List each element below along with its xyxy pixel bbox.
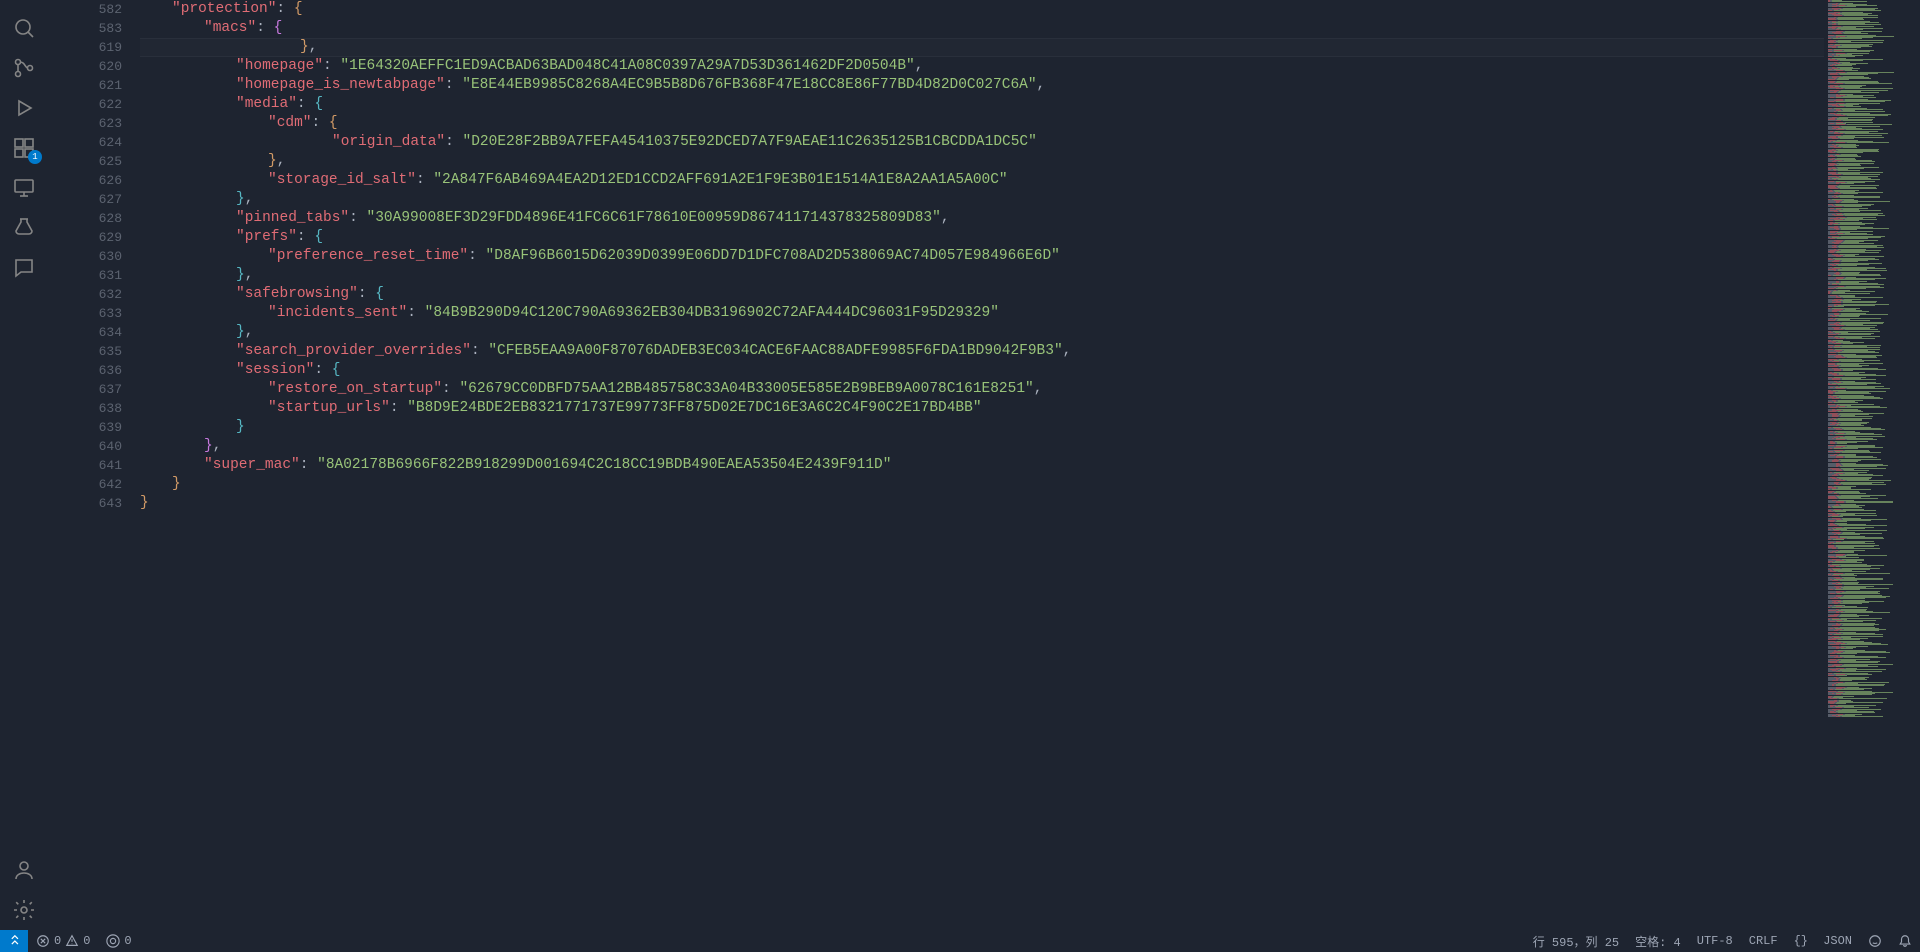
comments-icon[interactable] — [0, 248, 48, 288]
code-line[interactable]: "session": { — [140, 361, 1824, 380]
line-number: 621 — [48, 76, 122, 95]
line-number: 622 — [48, 95, 122, 114]
remote-indicator[interactable] — [0, 930, 28, 952]
code-content[interactable]: "protection": {"macs": {}, "homepage": "1… — [140, 0, 1824, 930]
line-number: 635 — [48, 342, 122, 361]
line-number: 639 — [48, 418, 122, 437]
eol-status[interactable]: CRLF — [1741, 930, 1786, 952]
code-line[interactable]: } — [140, 494, 1824, 513]
code-line[interactable]: "prefs": { — [140, 228, 1824, 247]
status-bar: 0 0 0 行 595，列 25 空格: 4 UTF-8 CRLF {} JSO… — [0, 930, 1920, 952]
line-number: 624 — [48, 133, 122, 152]
line-number: 629 — [48, 228, 122, 247]
source-control-icon[interactable] — [0, 48, 48, 88]
code-line[interactable]: }, — [140, 437, 1824, 456]
line-number: 620 — [48, 57, 122, 76]
line-number: 619 — [48, 38, 122, 57]
code-line[interactable]: "storage_id_salt": "2A847F6AB469A4EA2D12… — [140, 171, 1824, 190]
code-line[interactable]: "origin_data": "D20E28F2BB9A7FEFA4541037… — [140, 133, 1824, 152]
code-line[interactable]: "macs": { — [140, 19, 1824, 38]
line-number: 634 — [48, 323, 122, 342]
code-line[interactable]: }, — [140, 152, 1824, 171]
line-number: 630 — [48, 247, 122, 266]
line-number-gutter: 5825836196206216226236246256266276286296… — [48, 0, 140, 930]
code-line[interactable]: }, — [140, 323, 1824, 342]
remote-explorer-icon[interactable] — [0, 168, 48, 208]
cursor-position[interactable]: 行 595，列 25 — [1525, 930, 1627, 952]
line-number: 631 — [48, 266, 122, 285]
language-mode[interactable]: {} JSON — [1786, 930, 1860, 952]
extensions-badge: 1 — [28, 150, 42, 164]
code-line[interactable]: "homepage": "1E64320AEFFC1ED9ACBAD63BAD0… — [140, 57, 1824, 76]
line-number: 636 — [48, 361, 122, 380]
line-number: 625 — [48, 152, 122, 171]
code-line[interactable]: }, — [140, 190, 1824, 209]
indentation-status[interactable]: 空格: 4 — [1627, 930, 1689, 952]
editor-area[interactable]: 5825836196206216226236246256266276286296… — [48, 0, 1920, 930]
code-line[interactable]: "preference_reset_time": "D8AF96B6015D62… — [140, 247, 1824, 266]
code-line[interactable]: "startup_urls": "B8D9E24BDE2EB8321771737… — [140, 399, 1824, 418]
line-number: 638 — [48, 399, 122, 418]
line-number: 627 — [48, 190, 122, 209]
code-line[interactable]: "super_mac": "8A02178B6966F822B918299D00… — [140, 456, 1824, 475]
line-number: 632 — [48, 285, 122, 304]
extensions-icon[interactable]: 1 — [0, 128, 48, 168]
ports-status[interactable]: 0 — [98, 930, 139, 952]
problems-status[interactable]: 0 0 — [28, 930, 98, 952]
line-number: 623 — [48, 114, 122, 133]
line-number: 643 — [48, 494, 122, 513]
line-number: 642 — [48, 475, 122, 494]
encoding-status[interactable]: UTF-8 — [1689, 930, 1741, 952]
line-number: 628 — [48, 209, 122, 228]
code-line[interactable]: "media": { — [140, 95, 1824, 114]
line-number: 633 — [48, 304, 122, 323]
code-line[interactable]: } — [140, 475, 1824, 494]
code-line[interactable]: "restore_on_startup": "62679CC0DBFD75AA1… — [140, 380, 1824, 399]
line-number: 626 — [48, 171, 122, 190]
run-debug-icon[interactable] — [0, 88, 48, 128]
line-number: 640 — [48, 437, 122, 456]
search-icon[interactable] — [0, 8, 48, 48]
code-line[interactable]: "search_provider_overrides": "CFEB5EAA9A… — [140, 342, 1824, 361]
line-number: 583 — [48, 19, 122, 38]
current-line-highlight — [140, 38, 1824, 57]
line-number: 637 — [48, 380, 122, 399]
error-count: 0 — [54, 934, 61, 948]
settings-gear-icon[interactable] — [0, 890, 48, 930]
feedback-icon[interactable] — [1860, 930, 1890, 952]
minimap[interactable] — [1824, 0, 1920, 930]
activity-bar: 1 — [0, 0, 48, 930]
line-number: 641 — [48, 456, 122, 475]
code-line[interactable]: } — [140, 418, 1824, 437]
code-line[interactable]: "pinned_tabs": "30A99008EF3D29FDD4896E41… — [140, 209, 1824, 228]
accounts-icon[interactable] — [0, 850, 48, 890]
line-number: 582 — [48, 0, 122, 19]
warning-count: 0 — [83, 934, 90, 948]
code-line[interactable]: "protection": { — [140, 0, 1824, 19]
ports-count: 0 — [124, 934, 131, 948]
minimap-content — [1828, 0, 1916, 718]
testing-icon[interactable] — [0, 208, 48, 248]
code-line[interactable]: "incidents_sent": "84B9B290D94C120C790A6… — [140, 304, 1824, 323]
code-line[interactable]: "safebrowsing": { — [140, 285, 1824, 304]
code-line[interactable]: "cdm": { — [140, 114, 1824, 133]
code-line[interactable]: "homepage_is_newtabpage": "E8E44EB9985C8… — [140, 76, 1824, 95]
notifications-icon[interactable] — [1890, 930, 1920, 952]
main-container: 1 58258361962062162262362462562662762862… — [0, 0, 1920, 930]
code-line[interactable]: }, — [140, 266, 1824, 285]
